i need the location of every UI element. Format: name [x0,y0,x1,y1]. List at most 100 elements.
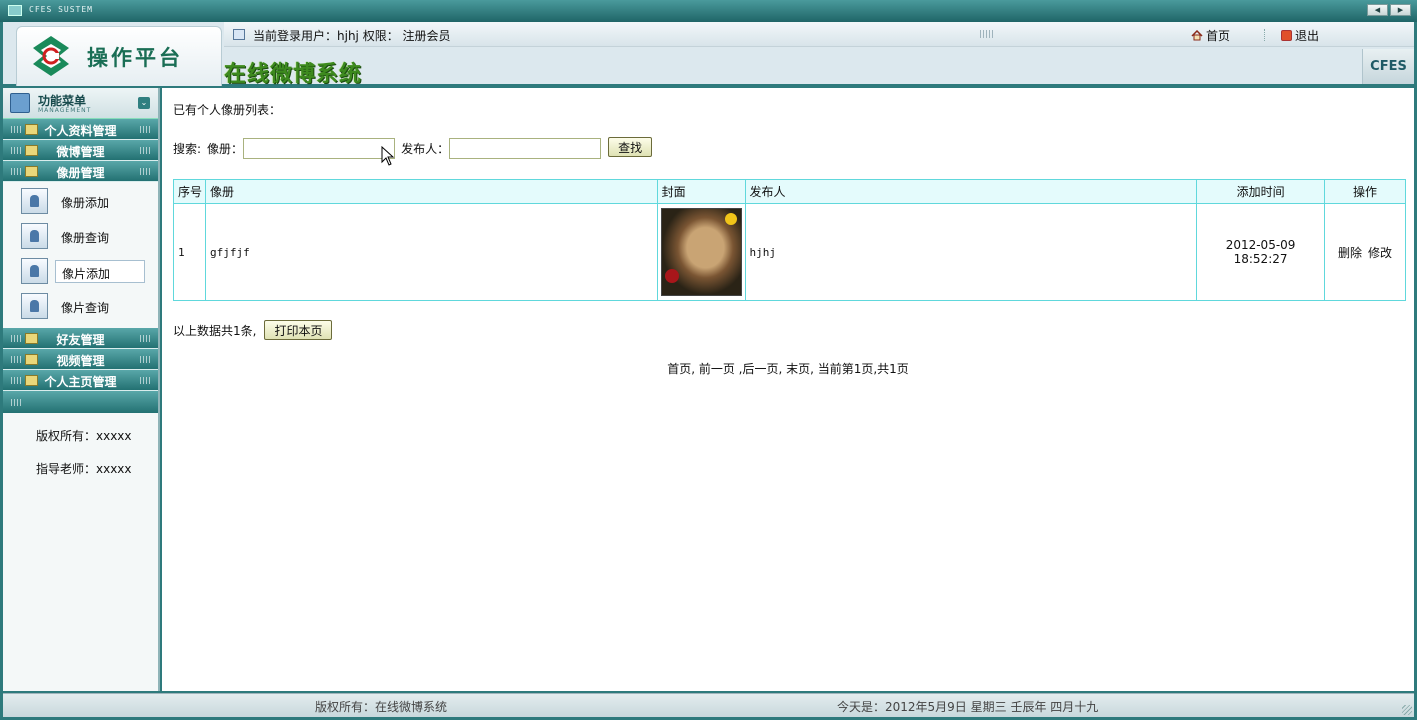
window-title-bar: CFES SUSTEM ◀ ▶ [0,0,1417,22]
mouse-cursor-icon [381,146,395,166]
pagination[interactable]: 首页, 前一页 ,后一页, 末页, 当前第1页,共1页 [162,360,1414,377]
grip-icon [140,377,152,384]
sidebar-item-label: 像册添加 [61,196,110,210]
logo-tab: 操作平台 [16,26,222,86]
sidebar-category-album[interactable]: 像册管理 [3,161,158,182]
col-actions: 操作 [1324,179,1406,204]
page-title: 已有个人像册列表： [173,103,282,117]
collapse-icon[interactable]: ⌄ [138,97,150,109]
grip-icon [140,356,152,363]
monitor-icon [8,5,22,16]
col-publisher: 发布人 [744,179,1198,204]
list-card-icon [21,293,48,319]
sidebar-category-homepage[interactable]: 个人主页管理 [3,370,158,391]
home-link[interactable]: 首页 [1191,27,1230,44]
menu-subtitle: MANAGEMENT [38,107,92,114]
count-row: 以上数据共1条, 打印本页 [173,320,333,340]
table-row: 1 gfjfjf hjhj 2012-05-09 18:52:27 删除 修改 [173,203,1406,301]
sidebar-item-label: 像片查询 [61,301,110,315]
category-label: 微博管理 [56,145,105,159]
search-label: 搜索: [173,142,202,156]
sidebar-category-profile[interactable]: 个人资料管理 [3,119,158,140]
copyright-text: 版权所有：xxxxx [36,429,132,443]
table-header-row: 序号 像册 封面 发布人 添加时间 操作 [173,179,1406,204]
cell-added-time: 2012-05-09 18:52:27 [1196,203,1326,301]
sidebar-item-label: 像册查询 [61,231,110,245]
resize-grip-icon[interactable] [1402,705,1412,715]
search-row: 搜索: 像册： 发布人： 查找 [173,137,653,159]
cover-rose-detail [664,269,679,283]
grip-icon [140,335,152,342]
col-cover: 封面 [656,179,746,204]
sidebar-category-friends[interactable]: 好友管理 [3,328,158,349]
menu-header: 功能菜单 MANAGEMENT ⌄ [3,88,158,119]
header-divider [1264,29,1265,41]
user-card-icon [21,188,48,214]
publisher-search-input[interactable] [449,138,602,159]
current-user-info: 当前登录用户：hjhj 权限： 注册会员 [253,29,451,43]
platform-name: 操作平台 [87,46,183,70]
print-button[interactable]: 打印本页 [264,320,333,340]
arrow-left-icon[interactable]: ◀ [1367,4,1388,16]
advisor-text: 指导老师：xxxxx [36,462,132,476]
category-label: 个人主页管理 [44,375,117,389]
status-footer: 版权所有：在线微博系统 今天是：2012年5月9日 星期三 壬辰年 四月十九 [3,693,1414,717]
cell-index: 1 [173,203,206,301]
sidebar-item-photo-query[interactable]: 像片查询 [3,289,158,324]
col-index: 序号 [173,179,206,204]
album-field-label: 像册： [207,142,244,156]
cover-flower-detail [724,213,737,225]
grip-icon [11,399,23,406]
bank-logo-icon [33,36,69,76]
grip-handle [980,30,994,38]
delete-link[interactable]: 删除 [1338,246,1362,260]
sidebar-item-album-query[interactable]: 像册查询 [3,219,158,254]
grip-icon [140,147,152,154]
sidebar-credits: 版权所有：xxxxx 指导老师：xxxxx [3,413,158,491]
cfes-badge: CFES [1362,49,1414,84]
window-icon [233,29,245,40]
sidebar-item-album-add[interactable]: 像册添加 [3,184,158,219]
arrow-right-icon[interactable]: ▶ [1390,4,1411,16]
album-search-input[interactable] [243,138,396,159]
category-label: 好友管理 [56,333,105,347]
album-table: 序号 像册 封面 发布人 添加时间 操作 1 gfjfjf hjhj 2012-… [173,179,1406,301]
user-card-icon [21,258,48,284]
menu-board-icon [10,93,30,113]
publisher-field-label: 发布人： [401,142,450,156]
exit-icon [1281,30,1292,41]
system-title: 在线微博系统 [224,62,363,87]
cell-album: gfjfjf [204,203,658,301]
footer-copyright: 版权所有：在线微博系统 [315,700,448,714]
search-button[interactable]: 查找 [608,137,653,157]
sidebar-bottom-bar [3,391,158,413]
home-icon [1191,30,1203,41]
cell-publisher: hjhj [744,203,1198,301]
sidebar: 功能菜单 MANAGEMENT ⌄ 个人资料管理 微博管理 像册管理 像册添加 … [3,88,160,691]
grip-icon [140,168,152,175]
window-nav-arrows: ◀ ▶ [1367,4,1411,16]
sidebar-category-video[interactable]: 视频管理 [3,349,158,370]
edit-link[interactable]: 修改 [1368,246,1392,260]
cell-cover [656,203,746,301]
sidebar-category-weibo[interactable]: 微博管理 [3,140,158,161]
main-content: 已有个人像册列表： 搜索: 像册： 发布人： 查找 序号 像册 封面 发布人 添… [162,88,1414,691]
exit-label: 退出 [1295,29,1320,43]
album-submenu: 像册添加 像册查询 像片添加 像片查询 [3,182,158,328]
app-header: 操作平台 当前登录用户：hjhj 权限： 注册会员 首页 退出 在线微博系统 C… [3,22,1414,87]
exit-link[interactable]: 退出 [1281,27,1319,44]
category-label: 视频管理 [56,354,105,368]
home-label: 首页 [1206,29,1231,43]
footer-date: 今天是：2012年5月9日 星期三 壬辰年 四月十九 [837,700,1099,714]
category-label: 个人资料管理 [44,124,117,138]
window-title: CFES SUSTEM [29,5,93,14]
user-info-strip: 当前登录用户：hjhj 权限： 注册会员 首页 退出 [224,22,1414,47]
category-label: 像册管理 [56,166,105,180]
sidebar-item-photo-add[interactable]: 像片添加 [3,254,158,289]
cell-actions: 删除 修改 [1324,203,1406,301]
col-added-time: 添加时间 [1196,179,1326,204]
record-count: 以上数据共1条, [173,323,257,338]
grip-icon [140,126,152,133]
album-cover-image[interactable] [660,208,742,296]
col-album: 像册 [204,179,658,204]
